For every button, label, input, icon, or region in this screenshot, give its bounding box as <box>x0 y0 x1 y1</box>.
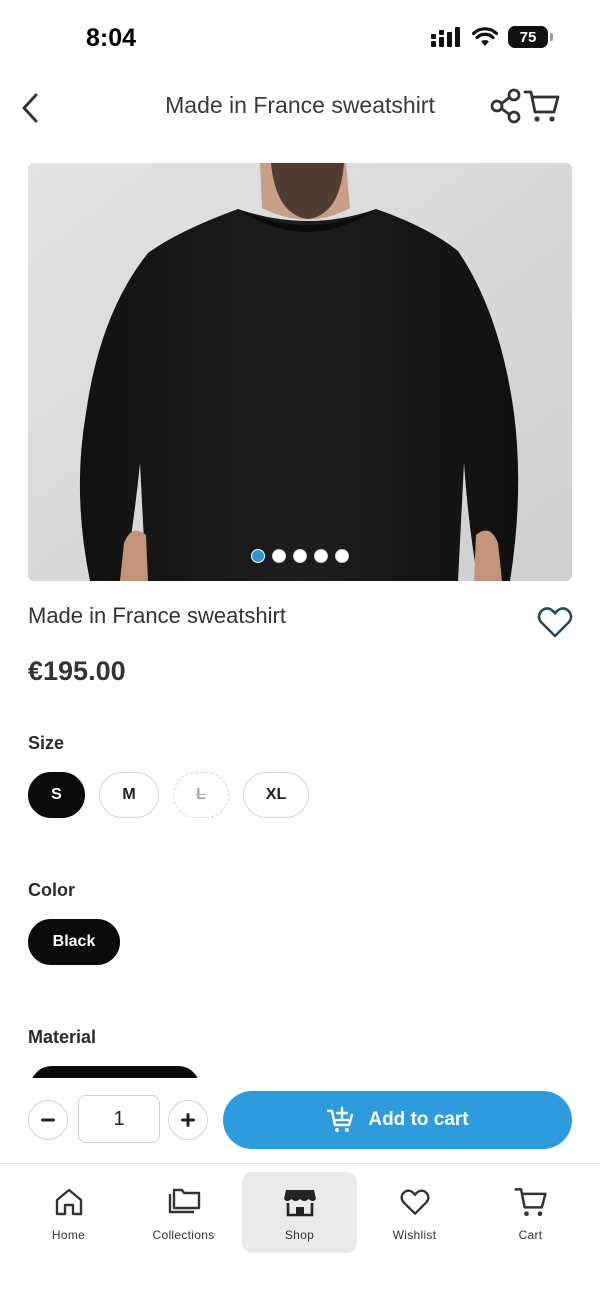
product-image <box>28 163 572 581</box>
cart-icon <box>523 90 560 122</box>
gallery-pagination <box>28 549 572 563</box>
shop-icon <box>283 1190 316 1217</box>
tab-cart[interactable]: Cart <box>473 1172 588 1253</box>
size-option-l[interactable]: L <box>173 772 229 818</box>
bottom-tab-bar: Home Collections Shop Wishlist Cart <box>0 1163 600 1300</box>
minus-icon <box>41 1118 55 1122</box>
color-option-black[interactable]: Black <box>28 919 120 965</box>
product-image-gallery[interactable] <box>28 163 572 581</box>
tab-collections-label: Collections <box>152 1228 215 1242</box>
size-option-xl[interactable]: XL <box>243 772 309 818</box>
quantity-input[interactable] <box>78 1095 160 1143</box>
size-option-m[interactable]: M <box>99 772 159 818</box>
size-options: S M L XL <box>28 772 309 818</box>
product-price: €195.00 <box>28 656 126 686</box>
size-label: Size <box>28 733 65 753</box>
tab-home[interactable]: Home <box>11 1172 126 1253</box>
add-to-wishlist-button[interactable] <box>536 604 574 640</box>
share-button[interactable] <box>488 86 524 126</box>
size-option-s[interactable]: S <box>28 772 85 818</box>
purchase-bar: Add to cart <box>0 1078 600 1163</box>
home-icon <box>55 1188 82 1216</box>
gallery-dot[interactable] <box>251 549 265 563</box>
material-label: Material <box>28 1027 97 1047</box>
signal-icon <box>431 27 460 47</box>
increase-quantity-button[interactable] <box>168 1100 208 1140</box>
gallery-dot[interactable] <box>314 549 328 563</box>
tab-collections[interactable]: Collections <box>126 1172 241 1253</box>
heart-icon <box>537 607 573 638</box>
product-title: Made in France sweatshirt <box>28 603 286 628</box>
add-to-cart-label: Add to cart <box>368 1109 469 1130</box>
add-to-cart-icon <box>327 1106 354 1132</box>
top-navigation: Made in France sweatshirt <box>0 80 600 136</box>
color-label: Color <box>28 880 75 900</box>
tab-home-label: Home <box>51 1228 86 1242</box>
status-bar: 8:04 75 <box>0 0 600 80</box>
tab-wishlist-label: Wishlist <box>392 1228 437 1242</box>
status-time: 8:04 <box>86 24 137 52</box>
add-to-cart-button[interactable]: Add to cart <box>223 1091 572 1149</box>
tab-shop-label: Shop <box>284 1228 315 1242</box>
tab-shop[interactable]: Shop <box>242 1172 357 1253</box>
wifi-icon <box>472 27 498 46</box>
share-icon <box>490 88 521 124</box>
tab-wishlist[interactable]: Wishlist <box>357 1172 472 1253</box>
gallery-dot[interactable] <box>293 549 307 563</box>
battery-indicator: 75 <box>508 26 553 48</box>
gallery-dot[interactable] <box>272 549 286 563</box>
tab-cart-label: Cart <box>518 1228 543 1242</box>
plus-icon <box>181 1113 195 1127</box>
gallery-dot[interactable] <box>335 549 349 563</box>
decrease-quantity-button[interactable] <box>28 1100 68 1140</box>
collections-icon <box>168 1188 200 1214</box>
header-cart-button[interactable] <box>522 86 562 126</box>
heart-icon <box>400 1189 429 1215</box>
status-icons: 75 <box>430 26 553 48</box>
cart-icon <box>513 1188 547 1217</box>
